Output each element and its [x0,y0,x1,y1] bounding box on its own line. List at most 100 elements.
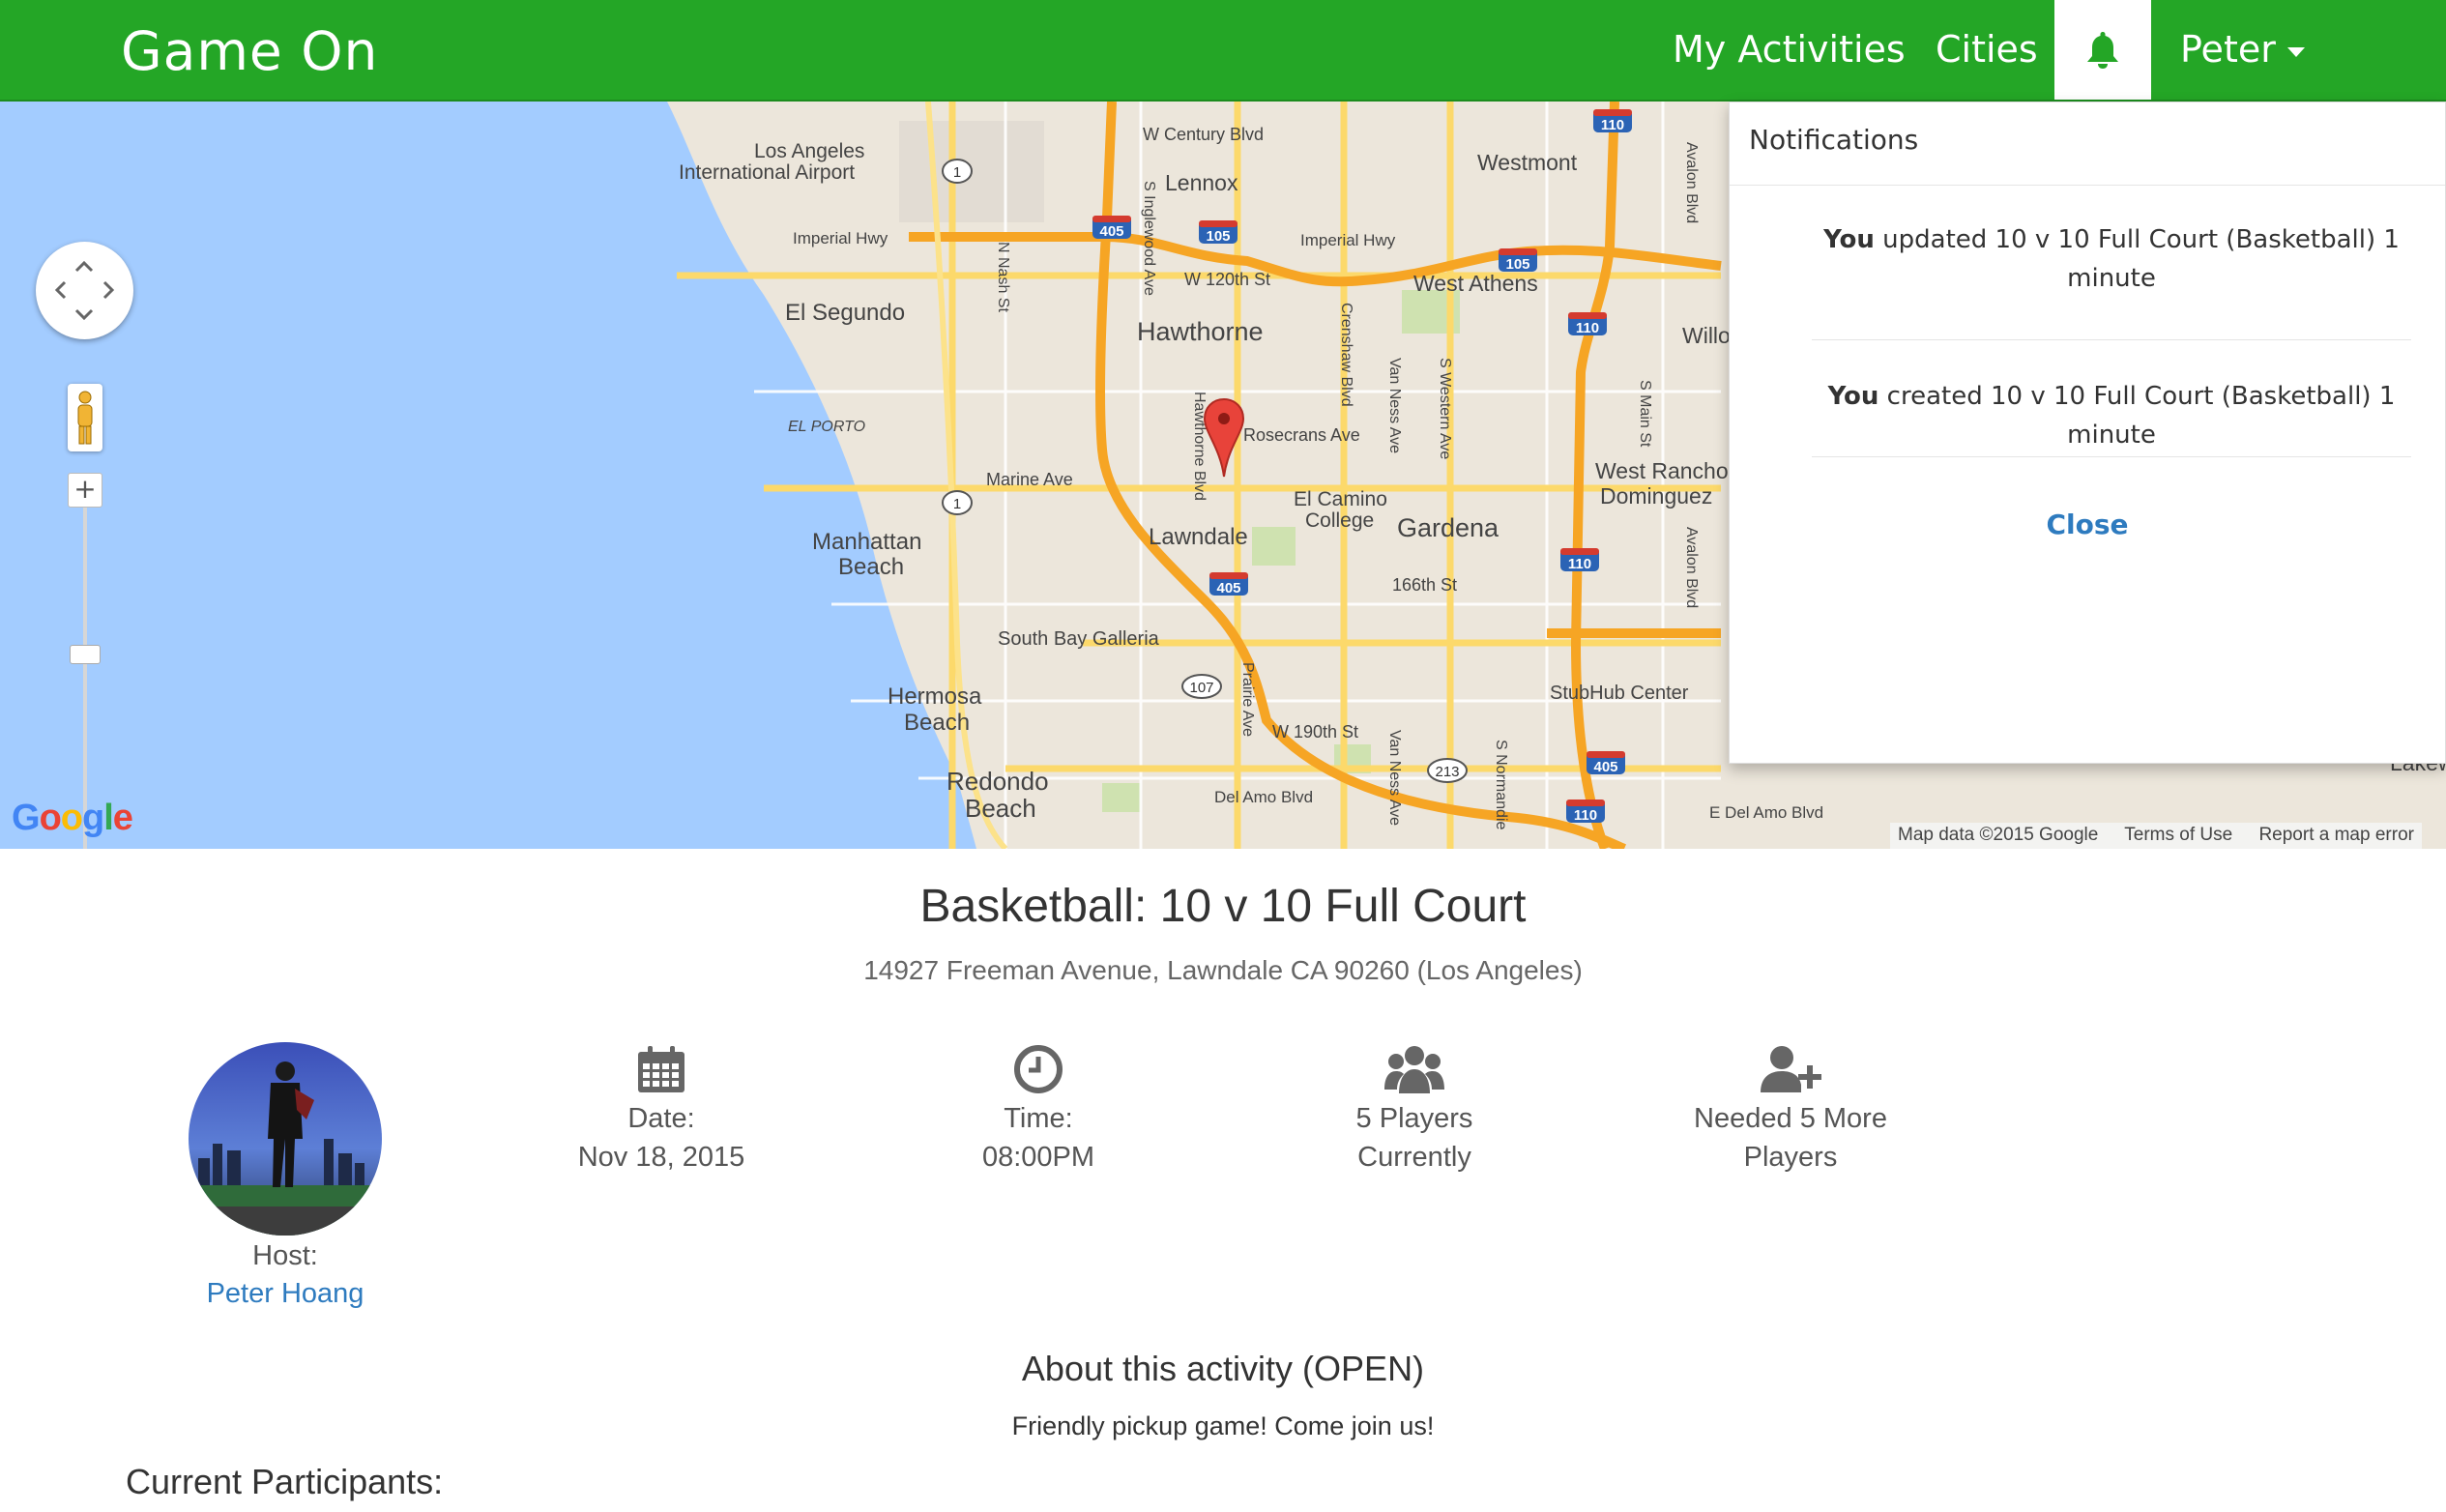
highway-shield: 105 [1505,256,1529,273]
divider [1812,339,2411,340]
players-status: Currently [1357,1142,1471,1173]
map-label: Dominguez [1600,483,1712,509]
highway-shield: 405 [1099,223,1123,240]
map-label: S Normandie [1493,740,1509,829]
map-label: Imperial Hwy [1300,231,1396,249]
pan-control[interactable] [36,242,133,339]
map-label: Westmont [1477,150,1578,175]
host-photo [189,1042,382,1236]
about-text: Friendly pickup game! Come join us! [1011,1411,1435,1440]
group-icon [1384,1046,1444,1093]
activity-address: 14927 Freeman Avenue, Lawndale CA 90260 … [863,955,1583,985]
map-label: W 190th St [1272,722,1358,741]
map-label: 166th St [1392,575,1457,595]
players-count: 5 Players [1355,1103,1473,1134]
needed-players: Needed 5 More [1694,1103,1887,1134]
park-area [1252,527,1296,566]
map-label: W 120th St [1184,270,1270,289]
nav-cities[interactable]: Cities [1936,0,2038,100]
map-label: Prairie Ave [1239,662,1256,737]
map-label: Gardena [1397,513,1500,542]
map-label: N Nash St [995,242,1011,312]
google-logo: Google [12,798,133,838]
zoom-in-button[interactable]: + [68,473,102,508]
needed-players-suffix: Players [1743,1142,1838,1173]
stat-needed: Needed 5 More Players [1665,1039,1916,1177]
highway-shield: 110 [1576,320,1599,336]
map-label: Hawthorne [1137,317,1264,346]
pan-arrows-icon [54,260,115,321]
highway-shield: 110 [1601,117,1624,133]
highway-shield: 405 [1216,580,1240,596]
brand-logo[interactable]: Game On [121,17,378,85]
highway-shield: 405 [1593,759,1617,775]
host-label: Host: [252,1240,318,1271]
date-value: Nov 18, 2015 [577,1142,745,1173]
notification-actor: You [1827,382,1879,411]
zoom-slider-track[interactable] [83,488,87,849]
map-label: Beach [965,794,1036,823]
map-label: Rosecrans Ave [1243,425,1360,445]
time-value: 08:00PM [981,1142,1095,1173]
highway-shield: 213 [1435,764,1459,780]
map-data-credit: Map data ©2015 Google [1898,825,2099,845]
pegman-figure [77,391,93,445]
report-map-error-link[interactable]: Report a map error [2258,825,2414,845]
map-label: Manhattan [812,529,921,555]
notification-text: created 10 v 10 Full Court (Basketball) … [1878,382,2396,450]
close-notifications-button[interactable]: Close [1730,509,2445,540]
map-attribution: Map data ©2015 Google Terms of Use Repor… [1890,823,2422,849]
top-navbar: Game On My Activities Cities Peter [0,0,2446,102]
host-name-link[interactable]: Peter Hoang [140,1278,430,1310]
time-label: Time: [1004,1103,1073,1134]
map-label: StubHub Center [1550,683,1689,704]
highway-shield: 1 [953,164,961,181]
map-label: Beach [904,710,970,736]
map-label: College [1305,509,1374,532]
activity-title: Basketball: 10 v 10 Full Court [919,881,1527,932]
map-label: El Segundo [785,300,905,326]
map-label: Crenshaw Blvd [1338,303,1354,407]
map-label: Marine Ave [986,470,1073,489]
map-label: West Athens [1413,271,1538,296]
map-label: Lawndale [1149,524,1248,550]
calendar-icon [638,1046,684,1092]
highway-shield: 110 [1568,556,1591,572]
host-avatar[interactable] [189,1042,382,1236]
notifications-toggle[interactable] [2054,0,2151,100]
participants-heading: Current Participants: [126,1462,444,1501]
user-menu[interactable]: Peter [2180,0,2305,100]
divider [1812,456,2411,457]
stat-players: 5 Players Currently [1289,1039,1540,1177]
ocean [0,102,976,849]
notification-item[interactable]: You created 10 v 10 Full Court (Basketba… [1812,377,2411,454]
highway-shield: 105 [1206,228,1230,245]
map-label: Avalon Blvd [1683,142,1700,223]
bell-icon [2087,31,2118,69]
map-label: Van Ness Ave [1386,730,1403,826]
map-label: Van Ness Ave [1386,358,1403,453]
date-label: Date: [627,1103,695,1134]
stat-time: Time: 08:00PM [913,1039,1164,1177]
clock-icon [1014,1045,1063,1093]
map-label: Willo [1682,323,1731,348]
notification-text: updated 10 v 10 Full Court (Basketball) … [1874,225,2400,293]
caret-down-icon [2286,46,2305,57]
notification-item[interactable]: You updated 10 v 10 Full Court (Basketba… [1812,220,2411,298]
map-label: Redondo [946,767,1049,796]
user-name: Peter [2180,28,2276,71]
notification-actor: You [1823,225,1875,254]
map-label: International Airport [679,161,855,184]
divider [1730,185,2445,186]
zoom-slider-thumb[interactable] [70,645,101,664]
map-label: E Del Amo Blvd [1709,803,1823,822]
map-label: W Century Blvd [1143,125,1264,144]
nav-my-activities[interactable]: My Activities [1673,0,1906,100]
highway-shield: 110 [1574,807,1597,824]
terms-of-use-link[interactable]: Terms of Use [2124,825,2232,845]
pegman-street-view-icon[interactable] [68,384,102,451]
map-label: Del Amo Blvd [1214,788,1313,806]
map-label: EL PORTO [788,419,865,435]
map-label: El Camino [1294,488,1387,510]
notifications-dropdown: Notifications You updated 10 v 10 Full C… [1729,102,2446,764]
